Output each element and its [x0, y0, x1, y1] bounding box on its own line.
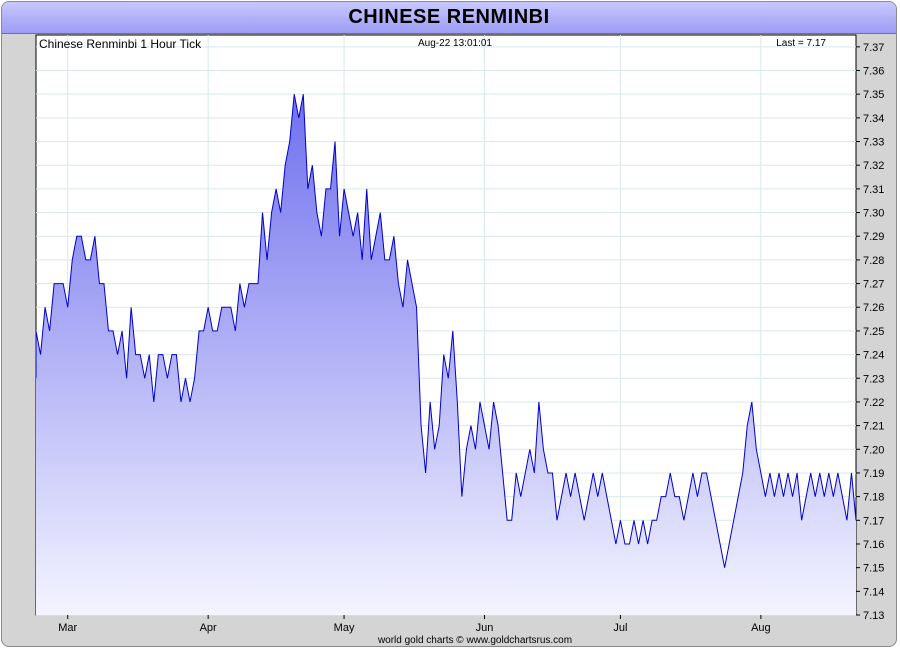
chart-svg: 7.13 7.14 7.15 7.16 7.17 7.18 7.19 7.20 7.21 7.22…	[35, 34, 884, 646]
y-tick-label: 7.25	[863, 326, 884, 338]
y-tick-label: 7.16	[863, 539, 884, 551]
y-tick-label: 7.20	[863, 444, 884, 456]
y-tick-label: 7.23	[863, 373, 884, 385]
y-tick-label: 7.14	[863, 586, 884, 598]
x-tick-label: Jun	[476, 622, 494, 634]
y-tick-label: 7.30	[863, 208, 884, 220]
x-tick-label: Aug	[751, 622, 771, 634]
y-tick-label: 7.31	[863, 184, 884, 196]
x-tick-label: Mar	[58, 622, 77, 634]
x-axis: Mar Apr May Jun Jul Aug	[58, 615, 771, 634]
y-tick-label: 7.22	[863, 397, 884, 409]
chart-name: Chinese Renminbi 1 Hour Tick	[39, 37, 202, 51]
y-tick-label: 7.33	[863, 137, 884, 149]
y-tick-label: 7.27	[863, 279, 884, 291]
y-tick-label: 7.17	[863, 515, 884, 527]
chart-timestamp: Aug-22 13:01:01	[418, 38, 492, 49]
y-tick-label: 7.13	[863, 610, 884, 622]
y-tick-label: 7.24	[863, 350, 884, 362]
y-tick-label: 7.37	[863, 42, 884, 54]
last-value: Last = 7.17	[776, 38, 826, 49]
y-tick-label: 7.26	[863, 302, 884, 314]
x-tick-label: Jul	[613, 622, 627, 634]
y-tick-label: 7.32	[863, 160, 884, 172]
y-tick-label: 7.34	[863, 113, 884, 125]
x-tick-label: Apr	[200, 622, 217, 634]
x-tick-label: May	[334, 622, 355, 634]
y-tick-label: 7.36	[863, 66, 884, 78]
y-axis: 7.13 7.14 7.15 7.16 7.17 7.18 7.19 7.20 7.21 7.22…	[856, 42, 884, 622]
footer-credit: world gold charts © www.goldchartsrus.co…	[377, 635, 572, 646]
y-tick-label: 7.29	[863, 231, 884, 243]
y-tick-label: 7.19	[863, 468, 884, 480]
y-tick-label: 7.35	[863, 89, 884, 101]
y-tick-label: 7.18	[863, 492, 884, 504]
y-tick-label: 7.28	[863, 255, 884, 267]
y-tick-label: 7.15	[863, 563, 884, 575]
y-tick-label: 7.21	[863, 421, 884, 433]
